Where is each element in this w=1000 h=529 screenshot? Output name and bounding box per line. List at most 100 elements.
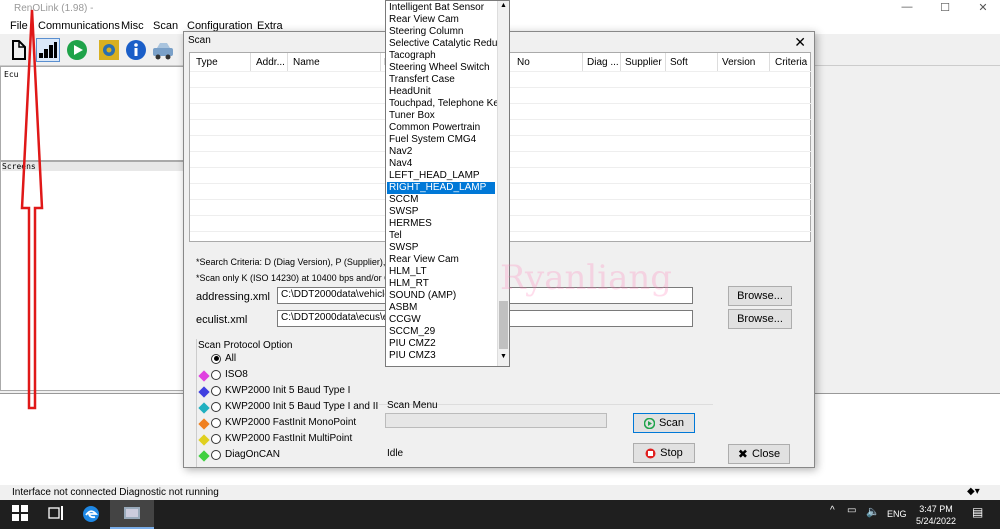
dropdown-item[interactable]: Common Powertrain — [389, 122, 480, 134]
dropdown-item[interactable]: Steering Column — [389, 26, 463, 38]
ecu-dropdown-list[interactable]: Intelligent Bat Sensor Rear View Cam Steer… — [385, 0, 510, 367]
dropdown-item[interactable]: Tacograph — [389, 50, 436, 62]
eculist-browse-button[interactable]: Browse... — [728, 309, 792, 329]
notification-icon[interactable]: ▤ — [972, 505, 983, 519]
dialog-close-icon[interactable]: ✕ — [794, 34, 806, 51]
scroll-up-icon[interactable]: ▲ — [500, 2, 507, 9]
protocol-all-label: All — [225, 353, 237, 364]
protocol-kwp-5baud-1-2[interactable]: KWP2000 Init 5 Baud Type I and II — [211, 401, 378, 412]
maximize-icon[interactable]: ☐ — [938, 1, 952, 14]
search-criteria-note: *Search Criteria: D (Diag Version), P (S… — [196, 257, 410, 267]
tray-clock[interactable]: 3:47 PM 5/24/2022 — [916, 503, 956, 527]
tray-speaker-icon[interactable]: 🔈 — [866, 505, 880, 518]
protocol-all[interactable]: All — [211, 353, 236, 364]
renolink-app-icon — [124, 507, 140, 519]
column-header-soft[interactable]: Soft — [670, 57, 688, 68]
dropdown-item[interactable]: PIU CMZ2 — [389, 338, 436, 350]
column-header-supplier[interactable]: Supplier — [625, 57, 662, 68]
dropdown-item[interactable]: PIU CMZ3 — [389, 350, 436, 362]
gear-settings-icon[interactable] — [97, 38, 121, 62]
scan-menu-label: Scan Menu — [387, 400, 438, 411]
dropdown-item[interactable]: RIGHT_HEAD_LAMP — [387, 182, 495, 194]
scan-progress-bar — [385, 413, 607, 428]
dropdown-item[interactable]: SWSP — [389, 242, 418, 254]
windows-start-icon[interactable] — [12, 505, 28, 524]
radio-kwp-fastinit-multi[interactable] — [211, 433, 221, 444]
radio-kwp-5baud-1[interactable] — [211, 385, 221, 396]
dropdown-item[interactable]: Rear View Cam — [389, 14, 459, 26]
column-header-diag[interactable]: Diag ... — [587, 57, 619, 68]
tray-network-icon[interactable]: ▭ — [847, 505, 856, 516]
menu-communications[interactable]: Communications — [38, 20, 120, 32]
dropdown-item[interactable]: ASBM — [389, 302, 417, 314]
info-icon[interactable] — [124, 38, 148, 62]
task-view-icon[interactable] — [48, 505, 64, 524]
protocol-iso8[interactable]: ISO8 — [211, 369, 248, 380]
dropdown-item[interactable]: HeadUnit — [389, 86, 431, 98]
dropdown-item[interactable]: Rear View Cam — [389, 254, 459, 266]
column-header-no[interactable]: No — [517, 57, 530, 68]
stop-icon — [645, 448, 656, 458]
minimize-icon[interactable]: — — [900, 1, 914, 13]
scan-state-text: Idle — [387, 448, 404, 459]
dropdown-item[interactable]: HLM_RT — [389, 278, 429, 290]
dropdown-item[interactable]: Steering Wheel Switch — [389, 62, 490, 74]
dropdown-item[interactable]: SWSP — [389, 206, 418, 218]
column-header-version[interactable]: Version — [722, 57, 755, 68]
column-header-type[interactable]: Type — [196, 57, 218, 68]
stop-button[interactable]: Stop — [633, 443, 695, 463]
protocol-kwp-5baud-1[interactable]: KWP2000 Init 5 Baud Type I — [211, 385, 350, 396]
scan-button[interactable]: Scan — [633, 413, 695, 433]
play-icon[interactable] — [65, 38, 89, 62]
dropdown-item[interactable]: LEFT_HEAD_LAMP — [389, 170, 480, 182]
close-button[interactable]: ✖ Close — [728, 444, 790, 464]
stop-button-label: Stop — [660, 447, 683, 459]
dropdown-item[interactable]: Selective Catalytic Reduc — [389, 38, 502, 50]
edge-browser-icon[interactable] — [82, 505, 100, 526]
radio-kwp-5baud-1-2[interactable] — [211, 401, 221, 412]
radio-all[interactable] — [211, 353, 221, 364]
protocol-kwp-5baud-1-label: KWP2000 Init 5 Baud Type I — [225, 385, 351, 396]
scan-dialog-title: Scan — [188, 35, 211, 46]
tray-chevron-icon[interactable]: ^ — [830, 505, 835, 516]
close-x-icon: ✖ — [737, 447, 748, 461]
eculist-label: eculist.xml — [196, 314, 248, 326]
protocol-diagoncan[interactable]: DiagOnCAN — [211, 449, 280, 460]
column-header-name[interactable]: Name — [293, 57, 320, 68]
scroll-thumb[interactable] — [499, 301, 508, 349]
dropdown-item[interactable]: SCCM_29 — [389, 326, 435, 338]
dropdown-arrow-icon[interactable]: ◆▾ — [967, 486, 980, 497]
protocol-kwp-fastinit-mono-label: KWP2000 FastInit MonoPoint — [225, 417, 357, 428]
tray-language[interactable]: ENG — [887, 509, 907, 519]
radio-iso8[interactable] — [211, 369, 221, 380]
addressing-browse-button[interactable]: Browse... — [728, 286, 792, 306]
protocol-kwp-fastinit-mono[interactable]: KWP2000 FastInit MonoPoint — [211, 417, 356, 428]
dropdown-item[interactable]: Fuel System CMG4 — [389, 134, 476, 146]
menu-misc[interactable]: Misc — [121, 20, 144, 32]
radio-diagoncan[interactable] — [211, 449, 221, 460]
protocol-diagoncan-label: DiagOnCAN — [225, 449, 281, 460]
dropdown-item[interactable]: CCGW — [389, 314, 421, 326]
dropdown-scrollbar[interactable]: ▲ ▼ — [497, 1, 509, 366]
dropdown-item[interactable]: HERMES — [389, 218, 432, 230]
dropdown-item[interactable]: HLM_LT — [389, 266, 427, 278]
dropdown-item[interactable]: SOUND (AMP) — [389, 290, 456, 302]
tray-time-text: 3:47 PM — [919, 504, 953, 514]
scroll-down-icon[interactable]: ▼ — [500, 353, 507, 360]
protocol-kwp-fastinit-multi[interactable]: KWP2000 FastInit MultiPoint — [211, 433, 352, 444]
dropdown-item[interactable]: Transfert Case — [389, 74, 455, 86]
dropdown-item[interactable]: Touchpad, Telephone Ke — [389, 98, 499, 110]
dropdown-item[interactable]: Intelligent Bat Sensor — [389, 2, 484, 14]
car-icon[interactable] — [151, 38, 175, 62]
window-close-icon[interactable]: ✕ — [976, 1, 990, 14]
column-header-address[interactable]: Addr... — [256, 57, 285, 68]
taskbar-renolink-app[interactable] — [110, 500, 154, 529]
dropdown-item[interactable]: SCCM — [389, 194, 418, 206]
dropdown-item[interactable]: Nav2 — [389, 146, 412, 158]
radio-kwp-fastinit-mono[interactable] — [211, 417, 221, 428]
dropdown-item[interactable]: Nav4 — [389, 158, 412, 170]
menu-scan[interactable]: Scan — [153, 20, 178, 32]
dropdown-item[interactable]: Tel — [389, 230, 402, 242]
column-header-criteria[interactable]: Criteria — [775, 57, 807, 68]
dropdown-item[interactable]: Tuner Box — [389, 110, 435, 122]
